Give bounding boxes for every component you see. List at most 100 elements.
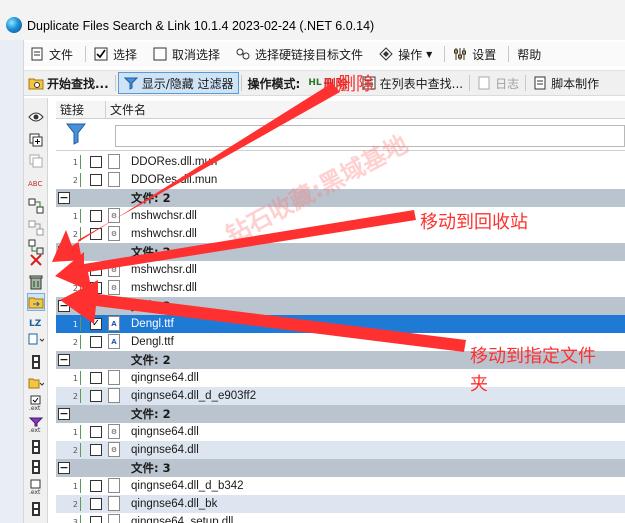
script-button[interactable]: 脚本制作 [528, 72, 603, 94]
film-strip-icon[interactable] [27, 353, 45, 371]
file-name: qingnse64.dll_bk [131, 498, 218, 510]
file-name: mshwchsr.dll [131, 264, 197, 276]
film-strip-icon[interactable] [27, 500, 45, 518]
file-row[interactable]: 2 qingnse64.dll_d_e903ff2 [56, 387, 625, 405]
checkbox[interactable] [90, 516, 102, 523]
film-strip-icon[interactable] [27, 438, 45, 456]
column-header-link[interactable]: 链接 [56, 101, 106, 118]
text-compare-icon[interactable]: ABC [27, 174, 45, 192]
collapse-icon[interactable]: − [58, 462, 70, 474]
column-header-filename[interactable]: 文件名 [106, 101, 625, 118]
folder-dropdown-icon[interactable] [27, 374, 45, 392]
copy-add-icon[interactable] [27, 131, 45, 149]
row-index: 1 [72, 319, 78, 329]
checkbox[interactable] [90, 264, 102, 276]
copy-disabled-icon[interactable] [27, 152, 45, 170]
group-header-row[interactable]: − 文件: 2 [56, 297, 625, 315]
file-row[interactable]: 1 ✓ A Dengl.ttf [56, 315, 625, 333]
svg-text:.ext: .ext [29, 489, 41, 495]
checkbox[interactable] [90, 444, 102, 456]
start-search-button[interactable]: 开始查找... [24, 72, 113, 94]
collapse-icon[interactable]: − [58, 354, 70, 366]
funnel-icon[interactable] [65, 122, 87, 145]
symlink-icon[interactable] [27, 219, 45, 237]
window-title: Duplicate Files Search & Link 10.1.4 202… [27, 19, 375, 33]
checkbox-checked[interactable]: ✓ [90, 318, 102, 330]
file-row[interactable]: 2 ⚙ mshwchsr.dll [56, 225, 625, 243]
group-header-row[interactable]: − 文件: 3 [56, 459, 625, 477]
row-index: 2 [72, 283, 78, 293]
recycle-bin-icon[interactable] [27, 273, 45, 291]
hardlink-icon[interactable] [27, 197, 45, 215]
checkbox[interactable] [90, 336, 102, 348]
file-name: mshwchsr.dll [131, 228, 197, 240]
menu-select-hardlink-target[interactable]: 选择硬链接目标文件 [230, 43, 369, 65]
file-name: qingnse64.dll_d_b342 [131, 480, 244, 492]
menu-operation[interactable]: 操作 ▼ [373, 43, 438, 65]
preview-eye-icon[interactable] [27, 108, 45, 126]
menu-select[interactable]: 选择 [88, 43, 143, 65]
toggle-filter-button[interactable]: 显示/隐藏 过滤器 [117, 72, 239, 94]
log-button[interactable]: 日志 [472, 72, 523, 94]
file-name: qingnse64.dll [131, 426, 199, 438]
checkbox[interactable] [90, 282, 102, 294]
checkbox[interactable] [90, 426, 102, 438]
file-row[interactable]: 1 ⚙ qingnse64.dll [56, 423, 625, 441]
log-label: 日志 [495, 76, 520, 91]
lz-compress-icon[interactable]: LZ [27, 313, 45, 331]
checkbox[interactable] [90, 372, 102, 384]
file-row[interactable]: 1 qingnse64.dll [56, 369, 625, 387]
left-action-toolbar: ABC LZ .ext .ext .ext [24, 98, 48, 523]
file-name: qingnse64.dll_d_e903ff2 [131, 390, 257, 402]
checkbox-empty-icon [153, 47, 167, 61]
extension-doc-icon[interactable]: .ext [27, 478, 45, 496]
file-icon [108, 388, 120, 403]
link-bracket [80, 443, 86, 457]
collapse-icon[interactable]: − [58, 192, 70, 204]
group-header-row[interactable]: − 文件: 2 [56, 405, 625, 423]
delete-icon[interactable] [27, 251, 45, 269]
file-name: qingnse64.dll [131, 372, 199, 384]
file-row[interactable]: 1 ⚙ mshwchsr.dll [56, 207, 625, 225]
row-index: 1 [72, 265, 78, 275]
extension-check-icon[interactable]: .ext [27, 394, 45, 412]
file-icon [108, 154, 120, 169]
checkbox[interactable] [90, 498, 102, 510]
group-header-row[interactable]: − 文件: 2 [56, 243, 625, 261]
filter-extension-icon[interactable]: .ext [27, 416, 45, 434]
column-header-link-label: 链接 [60, 103, 85, 117]
menu-deselect[interactable]: 取消选择 [147, 43, 226, 65]
file-name: Dengl.ttf [131, 336, 174, 348]
checkbox[interactable] [90, 390, 102, 402]
collapse-icon[interactable]: − [58, 246, 70, 258]
film-strip-icon[interactable] [27, 458, 45, 476]
collapse-icon[interactable]: − [58, 408, 70, 420]
annotation-delete: 删除 [338, 74, 374, 95]
move-to-folder-icon[interactable] [27, 293, 45, 311]
menu-file[interactable]: 文件 [24, 43, 79, 65]
group-label: 文件: 2 [131, 245, 171, 259]
svg-text:LZ: LZ [29, 319, 42, 327]
file-row[interactable]: 1 qingnse64.dll_d_b342 [56, 477, 625, 495]
file-row[interactable]: 2 ⚙ qingnse64.dll [56, 441, 625, 459]
checkbox[interactable] [90, 480, 102, 492]
file-row[interactable]: 1 ⚙ mshwchsr.dll [56, 261, 625, 279]
file-row[interactable]: 2 ⚙ mshwchsr.dll [56, 279, 625, 297]
toolbar-separator [469, 75, 471, 91]
collapse-icon[interactable]: − [58, 300, 70, 312]
file-row[interactable]: 2 qingnse64.dll_bk [56, 495, 625, 513]
checkbox[interactable] [90, 210, 102, 222]
menu-file-label: 文件 [49, 47, 74, 62]
menu-settings[interactable]: 设置 [447, 43, 502, 65]
link-bracket [80, 335, 86, 349]
row-index: 1 [72, 481, 78, 491]
checkbox[interactable] [90, 156, 102, 168]
menu-help[interactable]: 帮助 [511, 43, 547, 65]
file-name: Dengl.ttf [131, 318, 174, 330]
file-row[interactable]: 3 qingnse64_setup.dll [56, 513, 625, 523]
checkbox[interactable] [90, 228, 102, 240]
checkbox[interactable] [90, 174, 102, 186]
menu-separator [444, 46, 446, 62]
copy-dropdown-icon[interactable] [27, 331, 45, 349]
menu-operation-label: 操作 [398, 47, 423, 62]
